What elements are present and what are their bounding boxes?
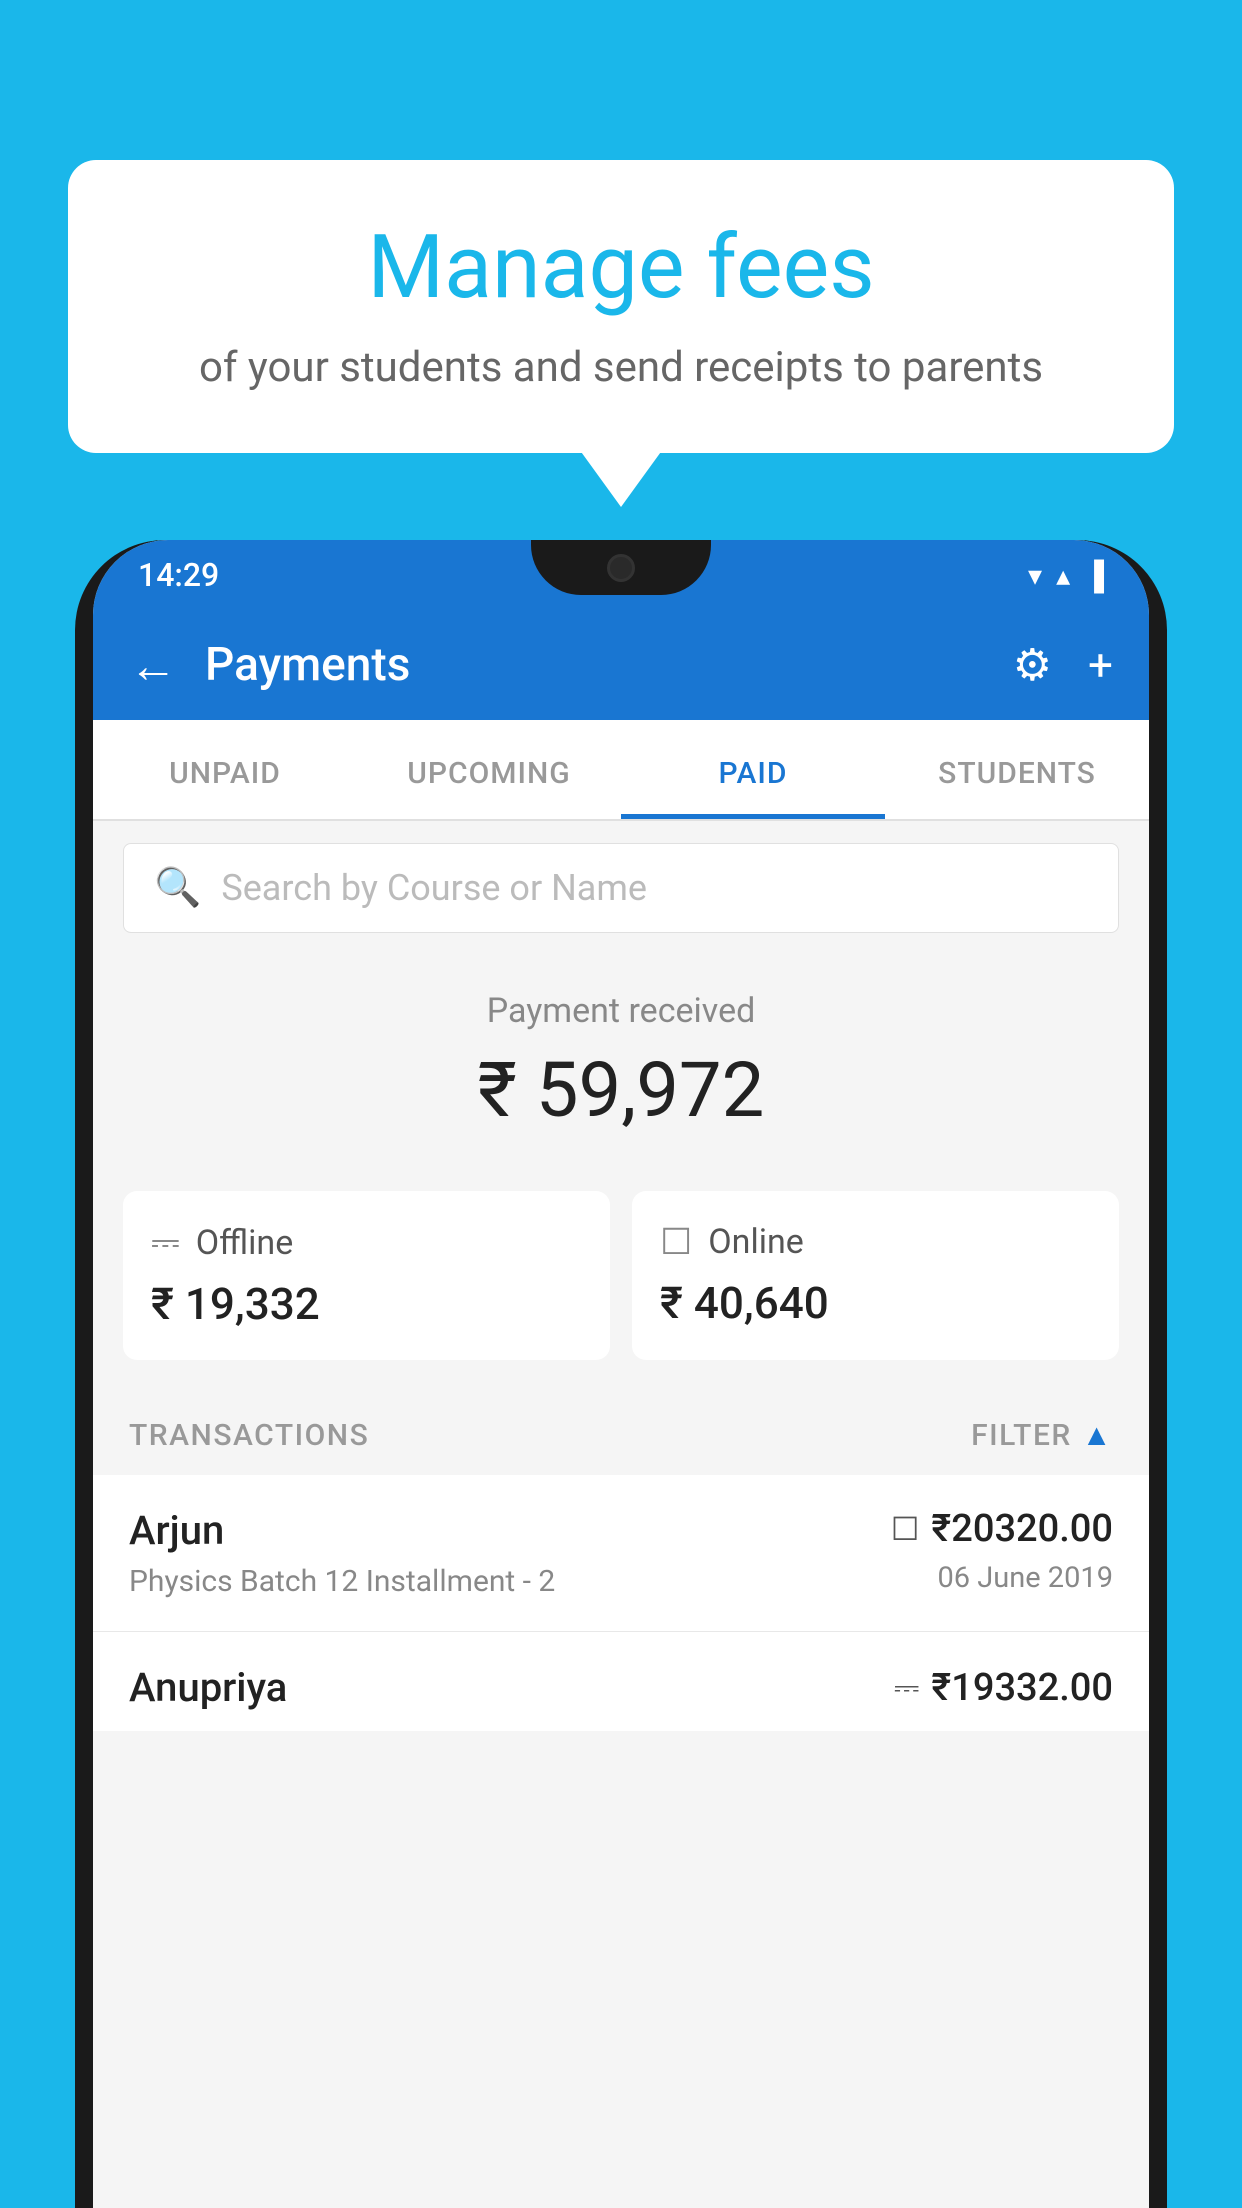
transaction-amount: ₹19332.00 [931,1666,1113,1710]
tab-unpaid[interactable]: UNPAID [93,720,357,819]
camera-dot [607,554,635,582]
phone-screen: 14:29 ▾ ▴ ▐ ← Payments ⚙ + UNPAID UPCOMI… [93,540,1149,2208]
transaction-name: Anupriya [129,1664,287,1711]
transaction-name: Arjun [129,1507,555,1554]
status-time: 14:29 [138,556,219,594]
transaction-left: Arjun Physics Batch 12 Installment - 2 [129,1507,555,1599]
transaction-amount: ₹20320.00 [931,1507,1113,1551]
filter-label: FILTER [971,1418,1072,1453]
status-bar: 14:29 ▾ ▴ ▐ [93,540,1149,610]
offline-icon: ⎓ [151,1221,180,1264]
settings-button[interactable]: ⚙ [1013,639,1052,691]
table-row: Arjun Physics Batch 12 Installment - 2 ☐… [93,1475,1149,1632]
notch [531,540,711,595]
transaction-amount-row: ☐ ₹20320.00 [891,1507,1113,1551]
search-icon: 🔍 [154,866,201,910]
transactions-label: TRANSACTIONS [129,1418,369,1453]
wifi-icon: ▾ [1028,559,1042,592]
battery-icon: ▐ [1084,559,1104,592]
tabs: UNPAID UPCOMING PAID STUDENTS [93,720,1149,821]
offline-card: ⎓ Offline ₹ 19,332 [123,1191,610,1360]
transaction-right: ⎓ ₹19332.00 [894,1666,1113,1710]
tab-paid[interactable]: PAID [621,720,885,819]
transactions-list: Arjun Physics Batch 12 Installment - 2 ☐… [93,1475,1149,1731]
transaction-right: ☐ ₹20320.00 06 June 2019 [891,1507,1113,1595]
search-bar[interactable]: 🔍 Search by Course or Name [123,843,1119,933]
filter-icon: ▲ [1082,1418,1113,1453]
online-label: Online [708,1222,804,1262]
signal-icon: ▴ [1056,559,1070,592]
app-bar: ← Payments ⚙ + [93,610,1149,720]
payment-received-amount: ₹ 59,972 [123,1045,1119,1135]
add-button[interactable]: + [1088,639,1113,691]
offline-payment-icon: ⎓ [894,1668,920,1707]
table-row: Anupriya ⎓ ₹19332.00 [93,1632,1149,1731]
status-icons: ▾ ▴ ▐ [1028,559,1104,592]
offline-amount: ₹ 19,332 [151,1278,582,1330]
offline-card-header: ⎓ Offline [151,1221,582,1264]
phone-frame: 14:29 ▾ ▴ ▐ ← Payments ⚙ + UNPAID UPCOMI… [75,540,1167,2208]
transactions-header: TRANSACTIONS FILTER ▲ [93,1390,1149,1475]
app-bar-actions: ⚙ + [1013,639,1113,691]
tab-upcoming[interactable]: UPCOMING [357,720,621,819]
speech-bubble-title: Manage fees [128,220,1114,317]
speech-bubble-subtitle: of your students and send receipts to pa… [128,339,1114,398]
transaction-course: Physics Batch 12 Installment - 2 [129,1564,555,1599]
speech-bubble-wrapper: Manage fees of your students and send re… [68,160,1174,453]
speech-bubble: Manage fees of your students and send re… [68,160,1174,453]
online-amount: ₹ 40,640 [660,1277,1091,1329]
card-payment-icon: ☐ [891,1510,920,1548]
search-input[interactable]: Search by Course or Name [221,867,647,909]
online-card: ☐ Online ₹ 40,640 [632,1191,1119,1360]
tab-students[interactable]: STUDENTS [885,720,1149,819]
app-bar-title: Payments [205,638,985,692]
payment-received-section: Payment received ₹ 59,972 [93,955,1149,1191]
offline-label: Offline [196,1223,293,1263]
search-container: 🔍 Search by Course or Name [93,821,1149,955]
back-button[interactable]: ← [129,637,177,694]
transaction-amount-row: ⎓ ₹19332.00 [894,1666,1113,1710]
transaction-left: Anupriya [129,1664,287,1711]
online-card-header: ☐ Online [660,1221,1091,1263]
transaction-date: 06 June 2019 [937,1561,1113,1595]
payment-received-label: Payment received [123,991,1119,1031]
online-icon: ☐ [660,1221,692,1263]
payment-cards: ⎓ Offline ₹ 19,332 ☐ Online ₹ 40,640 [93,1191,1149,1390]
filter-button[interactable]: FILTER ▲ [971,1418,1113,1453]
